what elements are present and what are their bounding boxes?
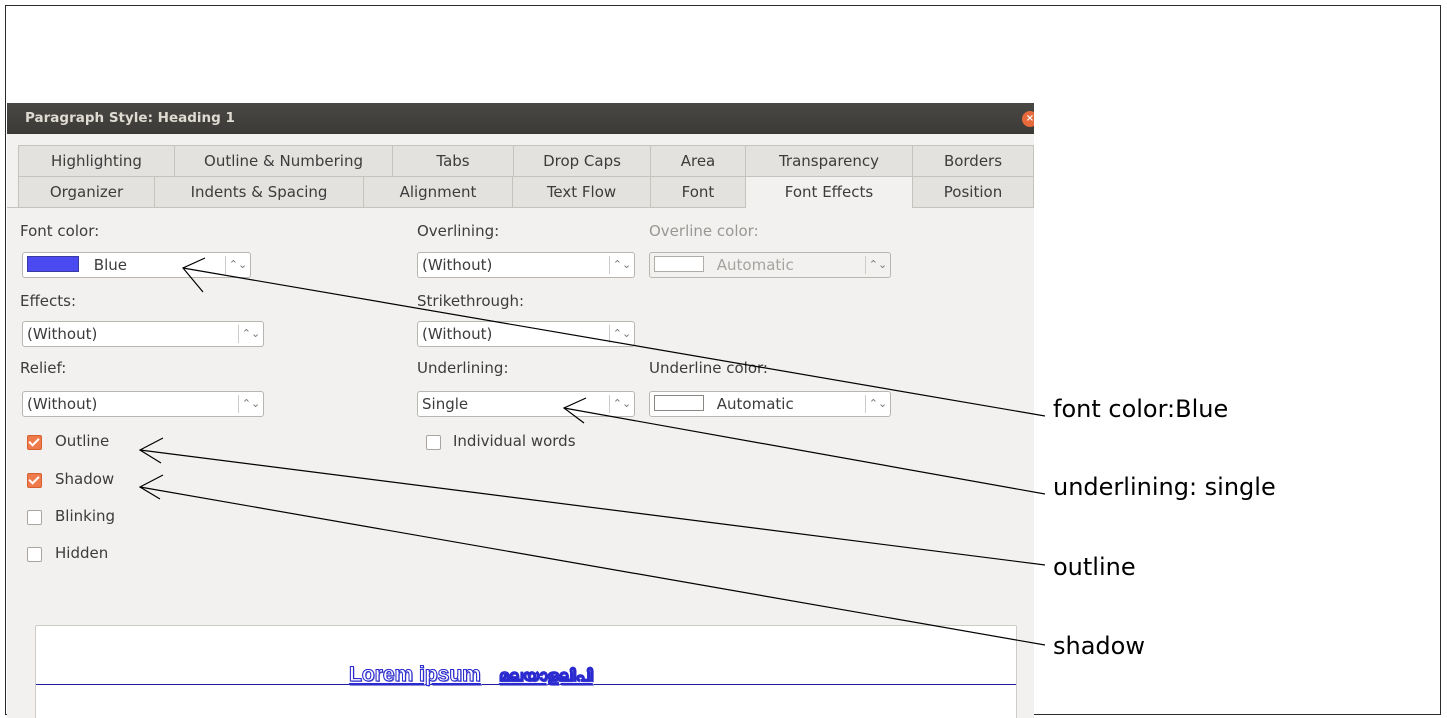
arrowhead-font-color bbox=[182, 257, 206, 293]
arrow-line-outline bbox=[139, 449, 1046, 566]
tab-font-effects[interactable]: Font Effects bbox=[745, 176, 913, 208]
callout-outline: outline bbox=[1053, 553, 1136, 581]
callout-shadow: shadow bbox=[1053, 632, 1145, 660]
callout-underlining: underlining: single bbox=[1053, 473, 1276, 501]
arrow-line-shadow bbox=[139, 486, 1046, 646]
arrow-line-font-color bbox=[182, 267, 1046, 417]
arrow-line-underlining bbox=[563, 407, 1046, 495]
annotation-arrows bbox=[138, 257, 1046, 646]
callout-font-color: font color:Blue bbox=[1053, 395, 1229, 423]
